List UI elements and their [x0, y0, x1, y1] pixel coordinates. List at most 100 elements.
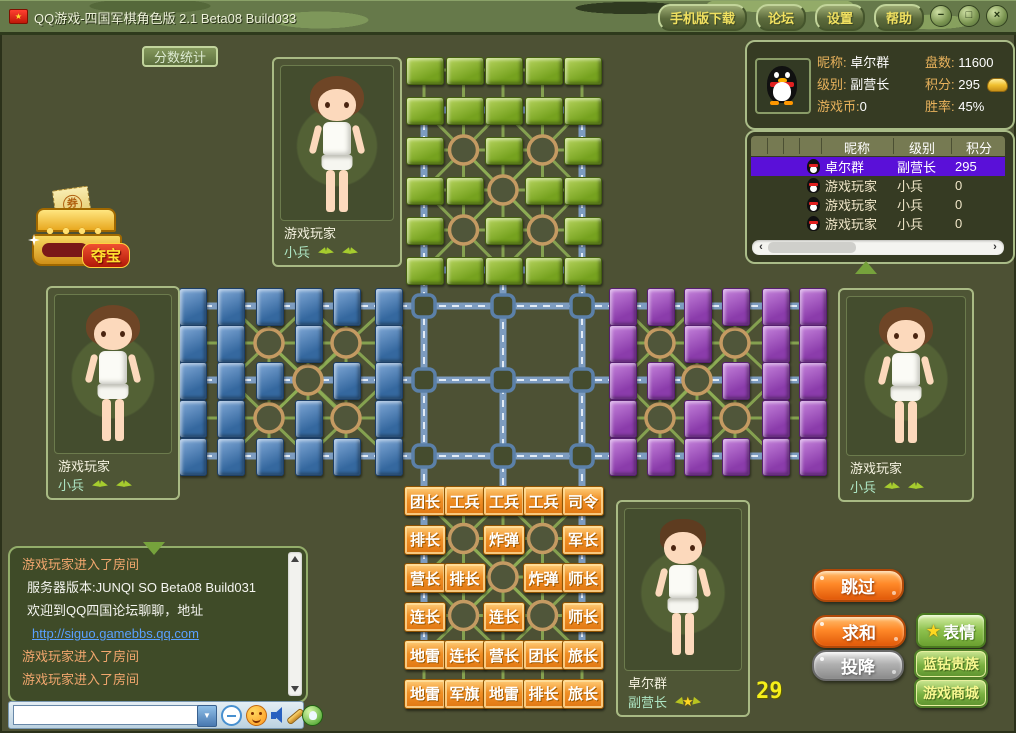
board-piece-top[interactable]: [525, 57, 563, 85]
board-piece-right[interactable]: [722, 362, 750, 400]
titlebar-button-3[interactable]: 帮助: [874, 4, 924, 31]
score-stats-button[interactable]: 分数统计: [142, 46, 218, 67]
draw-button[interactable]: 求和: [812, 615, 906, 648]
table-row[interactable]: 游戏玩家小兵0: [751, 214, 1005, 233]
board-piece-left[interactable]: [179, 288, 207, 326]
board-piece-right[interactable]: [799, 400, 827, 438]
board-piece-top[interactable]: [485, 217, 523, 245]
chat-collapse-handle[interactable]: [143, 542, 165, 555]
board-piece-left[interactable]: [217, 400, 245, 438]
board-piece-left[interactable]: [295, 325, 323, 363]
table-row[interactable]: 游戏玩家小兵0: [751, 176, 1005, 195]
titlebar-button-1[interactable]: 论坛: [756, 4, 806, 31]
board-piece-top[interactable]: [485, 57, 523, 85]
board-piece-left[interactable]: [375, 325, 403, 363]
treasure-chest-button[interactable]: 券 夺宝: [28, 188, 126, 270]
board-piece-right[interactable]: [647, 362, 675, 400]
board-piece-bottom[interactable]: 地雷: [404, 640, 446, 670]
board-piece-right[interactable]: [799, 438, 827, 476]
board-piece-left[interactable]: [179, 362, 207, 400]
board-piece-left[interactable]: [179, 325, 207, 363]
board-piece-top[interactable]: [564, 137, 602, 165]
board-piece-left[interactable]: [375, 438, 403, 476]
board-piece-bottom[interactable]: 连长: [483, 602, 525, 632]
board-piece-top[interactable]: [564, 217, 602, 245]
board-piece-left[interactable]: [375, 288, 403, 326]
board-piece-top[interactable]: [525, 97, 563, 125]
minimize-button[interactable]: −: [930, 5, 952, 27]
board-piece-bottom[interactable]: 司令: [562, 486, 604, 516]
board-piece-top[interactable]: [406, 217, 444, 245]
board-piece-right[interactable]: [762, 288, 790, 326]
board-piece-left[interactable]: [217, 325, 245, 363]
panel-collapse-handle[interactable]: [855, 261, 877, 274]
board-piece-top[interactable]: [525, 257, 563, 285]
qq-profile-icon[interactable]: [302, 705, 323, 726]
board-piece-bottom[interactable]: 连长: [404, 602, 446, 632]
board-piece-top[interactable]: [446, 257, 484, 285]
board-piece-right[interactable]: [684, 325, 712, 363]
scroll-left-icon[interactable]: ‹: [754, 240, 768, 255]
board-piece-left[interactable]: [256, 362, 284, 400]
board-piece-bottom[interactable]: 排长: [523, 679, 565, 709]
board-piece-right[interactable]: [799, 362, 827, 400]
board-piece-bottom[interactable]: 团长: [523, 640, 565, 670]
board-piece-right[interactable]: [762, 362, 790, 400]
board-piece-left[interactable]: [295, 288, 323, 326]
board-piece-left[interactable]: [256, 438, 284, 476]
board-piece-left[interactable]: [333, 438, 361, 476]
board-piece-left[interactable]: [179, 438, 207, 476]
board-piece-right[interactable]: [609, 362, 637, 400]
scroll-down-icon[interactable]: [291, 686, 299, 692]
quick-phrase-icon[interactable]: [221, 705, 242, 726]
blue-diamond-button[interactable]: 蓝钻贵族: [914, 649, 988, 679]
board-piece-left[interactable]: [333, 288, 361, 326]
board-piece-bottom[interactable]: 工兵: [483, 486, 525, 516]
chat-link[interactable]: http://siguo.gamebbs.qq.com: [14, 622, 284, 645]
board-piece-top[interactable]: [406, 257, 444, 285]
board-piece-bottom[interactable]: 排长: [404, 525, 446, 555]
board-piece-right[interactable]: [647, 438, 675, 476]
board-piece-bottom[interactable]: 工兵: [444, 486, 486, 516]
scroll-right-icon[interactable]: ›: [988, 240, 1002, 255]
board-piece-top[interactable]: [525, 177, 563, 205]
board-piece-bottom[interactable]: 地雷: [404, 679, 446, 709]
board-piece-top[interactable]: [406, 57, 444, 85]
board-piece-right[interactable]: [609, 438, 637, 476]
table-row[interactable]: 游戏玩家小兵0: [751, 195, 1005, 214]
board-piece-bottom[interactable]: 军旗: [444, 679, 486, 709]
board-piece-left[interactable]: [295, 438, 323, 476]
board-piece-left[interactable]: [295, 400, 323, 438]
board-piece-top[interactable]: [564, 257, 602, 285]
skip-button[interactable]: 跳过: [812, 569, 904, 602]
scroll-up-icon[interactable]: [291, 556, 299, 562]
board-piece-right[interactable]: [722, 438, 750, 476]
board-piece-left[interactable]: [375, 362, 403, 400]
board-piece-right[interactable]: [799, 325, 827, 363]
board-piece-top[interactable]: [406, 137, 444, 165]
surrender-button[interactable]: 投降: [812, 650, 904, 681]
board-piece-top[interactable]: [485, 137, 523, 165]
chat-history-dropdown[interactable]: ▼: [197, 705, 217, 727]
board-piece-right[interactable]: [762, 325, 790, 363]
board-piece-right[interactable]: [609, 400, 637, 438]
chat-input[interactable]: [13, 705, 199, 725]
board-piece-top[interactable]: [406, 97, 444, 125]
board-piece-bottom[interactable]: 师长: [562, 602, 604, 632]
board-piece-top[interactable]: [564, 57, 602, 85]
table-row[interactable]: 卓尔群副营长295: [751, 157, 1005, 176]
board-piece-top[interactable]: [446, 57, 484, 85]
board-piece-right[interactable]: [762, 400, 790, 438]
emoticon-icon[interactable]: [246, 705, 267, 726]
board-piece-bottom[interactable]: 旅长: [562, 679, 604, 709]
board-piece-right[interactable]: [609, 288, 637, 326]
board-piece-left[interactable]: [217, 438, 245, 476]
board-piece-top[interactable]: [564, 97, 602, 125]
board-piece-top[interactable]: [406, 177, 444, 205]
restore-button[interactable]: □: [958, 5, 980, 27]
board-piece-right[interactable]: [684, 438, 712, 476]
board-piece-bottom[interactable]: 团长: [404, 486, 446, 516]
board-piece-bottom[interactable]: 营长: [404, 563, 446, 593]
board-piece-top[interactable]: [485, 257, 523, 285]
board-piece-right[interactable]: [799, 288, 827, 326]
